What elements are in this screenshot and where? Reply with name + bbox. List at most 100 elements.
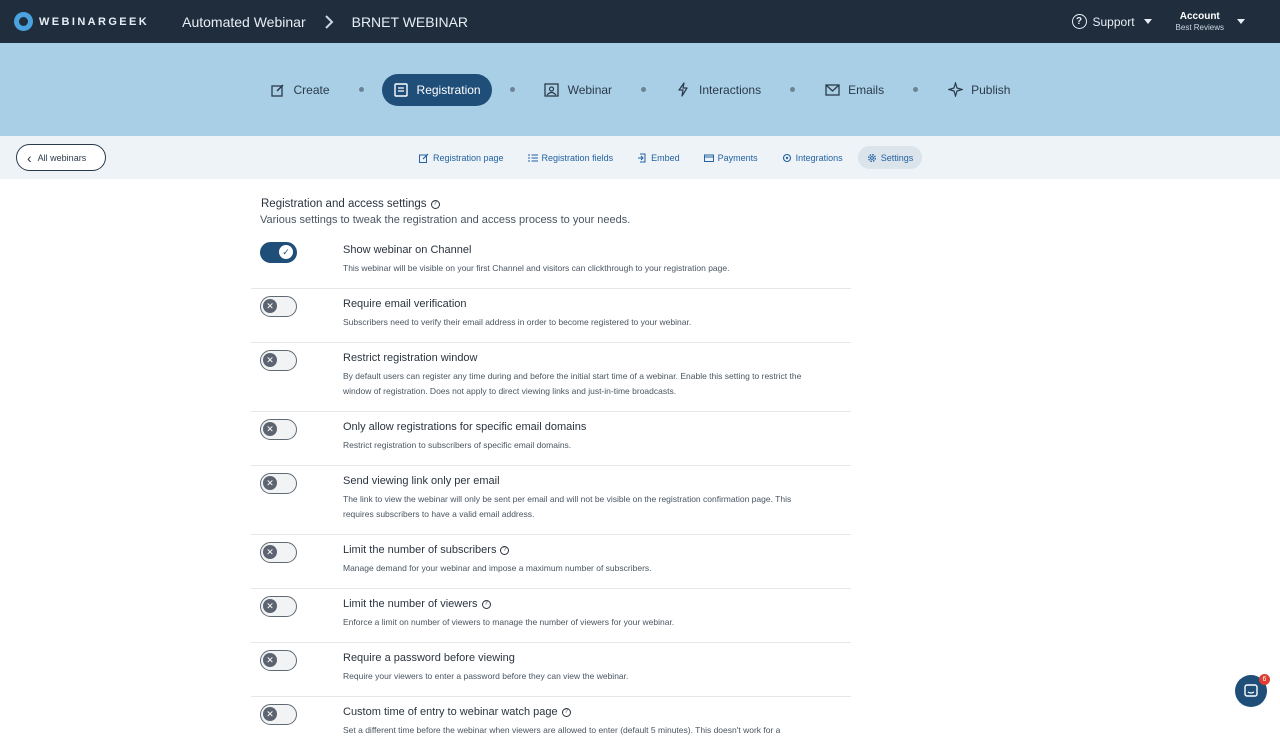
setting-toggle[interactable]: ✕ (260, 542, 297, 563)
setting-toggle[interactable]: ✕ (260, 296, 297, 317)
step-create[interactable]: Create (259, 74, 341, 106)
help-icon[interactable]: ? (481, 599, 491, 609)
chevron-left-icon: ‹ (27, 149, 32, 166)
step-label: Publish (971, 82, 1011, 97)
step-separator (509, 87, 515, 92)
setting-row: ✕ Custom time of entry to webinar watch p… (251, 697, 851, 750)
account-menu[interactable]: Account Best Reviews (1175, 10, 1245, 32)
setting-description: Require your viewers to enter a password… (343, 671, 629, 681)
step-interactions[interactable]: Interactions (664, 74, 772, 106)
setting-title-text: Restrict registration window (343, 352, 478, 364)
setting-toggle[interactable]: ✕ (260, 596, 297, 617)
setting-row: ✕ Only allow registrations for specific e… (251, 412, 851, 466)
sub-navigation: ‹ All webinars Registration page Registr… (0, 136, 1280, 179)
setting-toggle[interactable]: ✕ (260, 473, 297, 494)
setting-title: Custom time of entry to webinar watch pa… (343, 706, 851, 718)
card-icon (703, 153, 714, 163)
setting-row: ✕ Restrict registration window By default … (251, 343, 851, 412)
breadcrumb-automated-webinar[interactable]: Automated Webinar (182, 14, 305, 30)
setting-description: By default users can register any time d… (343, 371, 802, 396)
setting-toggle[interactable]: ✕ (260, 419, 297, 440)
setting-description: Set a different time before the webinar … (343, 725, 781, 735)
tab-registration-fields[interactable]: Registration fields (519, 146, 623, 169)
setting-title: Limit the number of viewers? (343, 598, 851, 610)
step-separator (913, 87, 919, 92)
tab-integrations[interactable]: Integrations (773, 146, 852, 169)
sparkle-icon (947, 82, 963, 98)
wizard-steps: Create Registration Webinar Interactions… (0, 43, 1280, 136)
notification-badge: 6 (1259, 674, 1270, 685)
tab-label: Embed (651, 152, 680, 163)
setting-title-text: Only allow registrations for specific em… (343, 421, 587, 433)
setting-row: ✕ Limit the number of subscribers? Manage … (251, 535, 851, 589)
list-icon (527, 153, 538, 163)
setting-title-text: Send viewing link only per email (343, 475, 500, 487)
close-icon: ✕ (263, 599, 277, 613)
setting-row: ✕ Send viewing link only per email The lin… (251, 466, 851, 535)
chat-icon (1244, 684, 1258, 697)
step-label: Interactions (699, 82, 762, 97)
step-emails[interactable]: Emails (813, 74, 895, 106)
close-icon: ✕ (263, 422, 277, 436)
setting-row: ✓ Show webinar on Channel This webinar wil… (251, 235, 851, 289)
account-name: Account (1179, 10, 1220, 22)
step-registration[interactable]: Registration (381, 73, 492, 106)
setting-toggle[interactable]: ✕ (260, 350, 297, 371)
setting-toggle[interactable]: ✓ (260, 242, 297, 263)
chat-launcher-button[interactable]: 6 (1235, 674, 1270, 707)
logo-text: WEBINARGEEK (39, 15, 150, 28)
account-subtitle: Best Reviews (1175, 22, 1224, 32)
logo-icon (14, 12, 33, 31)
tab-registration-page[interactable]: Registration page (410, 146, 513, 169)
tab-label: Payments (717, 152, 758, 163)
tab-label: Settings (880, 152, 914, 163)
step-webinar[interactable]: Webinar (533, 74, 623, 106)
all-webinars-button[interactable]: ‹ All webinars (16, 144, 106, 171)
tab-label: Registration fields (541, 152, 614, 163)
check-icon: ✓ (279, 245, 293, 259)
settings-panel: Registration and access settings ? Vario… (251, 179, 851, 750)
step-label: Emails (848, 82, 885, 97)
tab-embed[interactable]: Embed (628, 146, 689, 169)
support-menu[interactable]: ? Support (1071, 14, 1152, 29)
setting-description: Restrict registration to subscribers of … (343, 440, 572, 450)
close-icon: ✕ (263, 299, 277, 313)
step-separator (641, 87, 647, 92)
setting-title-text: Show webinar on Channel (343, 244, 472, 256)
setting-description: This webinar will be visible on your fir… (343, 263, 730, 273)
help-icon[interactable]: ? (561, 707, 571, 717)
setting-toggle[interactable]: ✕ (260, 704, 297, 725)
step-label: Create (293, 82, 330, 97)
section-title-text: Registration and access settings (261, 198, 427, 210)
help-icon[interactable]: ? (430, 199, 440, 209)
setting-title-text: Require email verification (343, 298, 467, 310)
close-icon: ✕ (263, 476, 277, 490)
setting-title-text: Require a password before viewing (343, 652, 515, 664)
support-label: Support (1092, 14, 1135, 29)
section-subtitle: Various settings to tweak the registrati… (260, 214, 631, 226)
section-title: Registration and access settings ? (261, 198, 851, 210)
pencil-square-icon (270, 82, 286, 98)
question-circle-icon: ? (1071, 14, 1087, 29)
setting-title: Limit the number of subscribers? (343, 544, 851, 556)
close-icon: ✕ (263, 545, 277, 559)
settings-list: ✓ Show webinar on Channel This webinar wil… (251, 235, 851, 750)
help-icon[interactable]: ? (500, 545, 510, 555)
setting-description: The link to view the webinar will only b… (343, 494, 792, 519)
setting-title: Only allow registrations for specific em… (343, 421, 851, 433)
form-icon (393, 82, 409, 98)
step-label: Webinar (567, 82, 613, 97)
setting-title-text: Limit the number of subscribers (343, 544, 497, 556)
step-publish[interactable]: Publish (936, 74, 1021, 106)
puzzle-icon (782, 153, 792, 163)
tab-payments[interactable]: Payments (695, 146, 767, 169)
setting-toggle[interactable]: ✕ (260, 650, 297, 671)
all-webinars-label: All webinars (37, 152, 87, 163)
logo[interactable]: WEBINARGEEK (14, 12, 149, 31)
breadcrumb-webinar-name[interactable]: BRNET WEBINAR (352, 14, 468, 30)
setting-title: Require email verification (343, 298, 851, 310)
chevron-right-icon (320, 13, 338, 31)
step-label: Registration (416, 82, 481, 97)
step-separator (790, 87, 796, 92)
tab-settings[interactable]: Settings (857, 146, 923, 169)
